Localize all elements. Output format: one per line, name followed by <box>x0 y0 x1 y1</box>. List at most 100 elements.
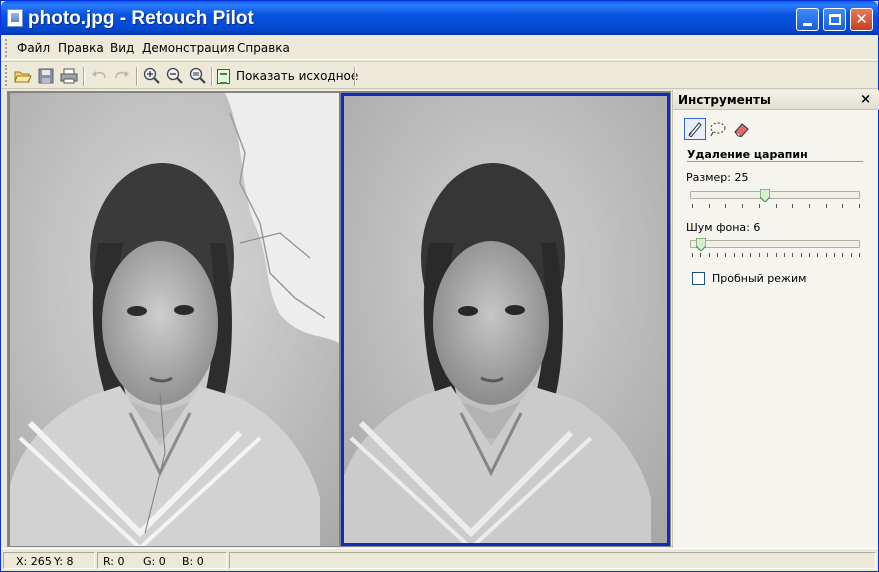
portrait-image <box>10 93 339 546</box>
slider-tick <box>776 204 777 208</box>
slider-tick <box>817 253 818 257</box>
menu-demo[interactable]: Демонстрация <box>142 41 235 55</box>
menu-grip[interactable] <box>5 39 8 57</box>
menu-bar: Файл Правка Вид Демонстрация Справка <box>1 36 878 60</box>
status-y: Y: 8 <box>54 555 74 568</box>
document-icon <box>217 68 230 84</box>
slider-tick <box>767 253 768 257</box>
panel-close-button[interactable]: × <box>860 92 871 107</box>
slider-tick <box>759 253 760 257</box>
noise-label: Шум фона: 6 <box>686 221 761 234</box>
zoom-in-icon <box>143 67 160 84</box>
slider-tick <box>826 253 827 257</box>
original-photo[interactable] <box>10 93 339 546</box>
toolbar-grip[interactable] <box>5 65 8 86</box>
zoom-fit-button[interactable] <box>187 65 209 87</box>
slider-tick <box>717 253 718 257</box>
slider-tick <box>792 253 793 257</box>
slider-tick <box>851 253 852 257</box>
save-button[interactable] <box>35 65 57 87</box>
menu-help[interactable]: Справка <box>237 41 290 55</box>
slider-tick <box>784 253 785 257</box>
slider-tick <box>692 204 693 208</box>
size-slider-ticks <box>692 204 860 208</box>
print-button[interactable] <box>58 65 80 87</box>
noise-slider-ticks <box>692 253 860 257</box>
slider-tick <box>842 204 843 208</box>
save-icon <box>38 68 54 84</box>
section-divider <box>687 161 863 162</box>
tools-panel: Инструменты × Удаление царапин Размер: 2… <box>672 90 879 548</box>
close-button[interactable]: ✕ <box>850 8 873 31</box>
show-original-label: Показать исходное <box>236 69 359 83</box>
slider-tick <box>725 204 726 208</box>
slider-tick <box>700 253 701 257</box>
undo-button[interactable] <box>88 65 110 87</box>
slider-tick <box>709 253 710 257</box>
zoom-fit-icon <box>189 67 206 84</box>
portrait-retouched-image <box>341 93 670 546</box>
title-bar[interactable]: photo.jpg - Retouch Pilot ✕ <box>1 1 878 35</box>
minimize-icon <box>803 22 812 26</box>
menu-file[interactable]: Файл <box>17 41 50 55</box>
toolbar: Показать исходное <box>1 61 878 89</box>
undo-icon <box>92 71 106 79</box>
redo-icon <box>115 71 129 79</box>
lasso-tool-button[interactable] <box>707 118 729 140</box>
status-cell-info <box>229 552 876 569</box>
show-original-button[interactable]: Показать исходное <box>217 65 358 87</box>
noise-slider[interactable] <box>690 238 860 251</box>
eraser-tool-button[interactable] <box>730 118 752 140</box>
slider-tick <box>826 204 827 208</box>
size-slider[interactable] <box>690 189 860 202</box>
open-button[interactable] <box>12 65 34 87</box>
slider-tick <box>834 253 835 257</box>
test-mode-label: Пробный режим <box>712 272 807 285</box>
size-label: Размер: 25 <box>686 171 749 184</box>
maximize-icon <box>828 14 841 25</box>
slider-tick <box>709 204 710 208</box>
toolbar-separator <box>354 67 356 86</box>
image-canvas[interactable] <box>7 91 671 547</box>
open-icon <box>14 71 32 83</box>
close-icon: ✕ <box>855 10 868 28</box>
print-icon <box>60 68 78 84</box>
brush-icon <box>688 122 702 137</box>
zoom-out-button[interactable] <box>164 65 186 87</box>
slider-tick <box>750 253 751 257</box>
maximize-button[interactable] <box>823 8 846 31</box>
slider-tick <box>759 204 760 208</box>
status-g: G: 0 <box>143 555 166 568</box>
slider-tick <box>809 253 810 257</box>
window-title: photo.jpg - Retouch Pilot <box>28 8 254 29</box>
status-x: X: 265 <box>16 555 52 568</box>
zoom-in-button[interactable] <box>141 65 163 87</box>
app-icon[interactable] <box>7 9 23 27</box>
status-bar: X: 265 Y: 8 R: 0 G: 0 B: 0 <box>1 548 878 572</box>
menu-view[interactable]: Вид <box>110 41 134 55</box>
status-b: B: 0 <box>182 555 204 568</box>
toolbar-separator <box>83 67 85 86</box>
toolbar-separator <box>136 67 138 86</box>
slider-tick <box>734 253 735 257</box>
slider-tick <box>801 253 802 257</box>
noise-slider-thumb[interactable] <box>696 238 707 251</box>
zoom-out-icon <box>166 67 183 84</box>
toolbar-separator <box>211 67 213 86</box>
slider-tick <box>692 253 693 257</box>
panel-title: Инструменты <box>678 93 771 107</box>
retouched-photo[interactable] <box>341 93 670 546</box>
slider-tick <box>859 204 860 208</box>
slider-tick <box>792 204 793 208</box>
eraser-icon <box>734 123 749 137</box>
brush-tool-button[interactable] <box>684 118 706 140</box>
slider-tick <box>742 204 743 208</box>
slider-tick <box>742 253 743 257</box>
test-mode-checkbox[interactable] <box>692 272 705 285</box>
redo-button[interactable] <box>111 65 133 87</box>
lasso-icon <box>710 122 726 137</box>
menu-edit[interactable]: Правка <box>58 41 104 55</box>
size-slider-thumb[interactable] <box>759 189 770 202</box>
app-window: photo.jpg - Retouch Pilot ✕ Файл Правка … <box>0 0 879 572</box>
minimize-button[interactable] <box>796 8 819 31</box>
